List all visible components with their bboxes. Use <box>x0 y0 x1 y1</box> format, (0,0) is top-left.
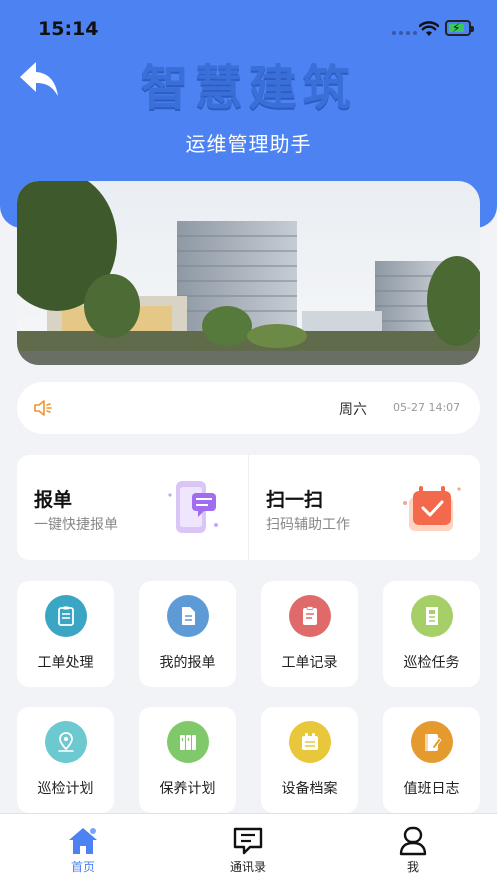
tab-label: 首页 <box>70 860 95 874</box>
grid-item-work-order-records[interactable]: 工单记录 <box>261 581 358 687</box>
binder-icon <box>180 735 196 750</box>
grid-label: 值班日志 <box>403 781 460 797</box>
battery-icon: ⚡ <box>445 20 474 36</box>
grid-item-duty-log[interactable]: 值班日志 <box>383 707 480 813</box>
archive-icon <box>302 733 318 750</box>
app-title: 智慧建筑 <box>140 60 357 116</box>
notice-datetime: 05-27 14:07 <box>393 401 461 414</box>
grid-icon-bg <box>45 721 87 763</box>
grid-item-equipment-archive[interactable]: 设备档案 <box>261 707 358 813</box>
grid-label: 巡检计划 <box>37 781 94 797</box>
notice-bar[interactable]: 周六 05-27 14:07 <box>17 382 480 434</box>
grid-icon-bg <box>167 721 209 763</box>
signal-icon <box>392 31 417 35</box>
report-button[interactable]: 报单 一键快捷报单 <box>17 455 248 560</box>
grid-item-inspection-tasks[interactable]: 巡检任务 <box>383 581 480 687</box>
grid-label: 保养计划 <box>159 781 216 797</box>
clipboard-record-icon <box>303 606 317 625</box>
grid-label: 我的报单 <box>159 655 216 671</box>
grid-label: 巡检任务 <box>403 655 460 671</box>
tab-home[interactable]: 首页 <box>23 814 143 884</box>
grid-item-maintenance-plan[interactable]: 保养计划 <box>139 707 236 813</box>
calendar-check-icon <box>403 486 461 531</box>
quick-actions-card: 报单 一键快捷报单 扫一扫 扫码辅助工作 <box>17 455 480 560</box>
clipboard-list-icon <box>58 606 74 626</box>
grid-label: 工单处理 <box>37 655 94 671</box>
user-icon <box>399 826 427 856</box>
message-icon <box>233 827 263 855</box>
grid-item-my-reports[interactable]: 我的报单 <box>139 581 236 687</box>
tab-contacts[interactable]: 通讯录 <box>188 814 308 884</box>
grid-item-work-order-processing[interactable]: 工单处理 <box>17 581 114 687</box>
grid-icon-bg <box>167 595 209 637</box>
location-pin-icon <box>58 732 74 752</box>
grid-label: 工单记录 <box>281 655 338 671</box>
tab-bar: 首页 通讯录 我 <box>0 813 497 884</box>
tab-label: 通讯录 <box>229 860 266 874</box>
app-subtitle: 运维管理助手 <box>185 132 312 156</box>
grid-item-inspection-plan[interactable]: 巡检计划 <box>17 707 114 813</box>
status-time: 15:14 <box>38 18 99 40</box>
wifi-icon <box>419 21 439 36</box>
speaker-icon <box>34 400 52 416</box>
scan-button[interactable]: 扫一扫 扫码辅助工作 <box>249 455 480 560</box>
file-task-icon <box>426 607 438 625</box>
phone-chat-icon <box>168 481 218 533</box>
grid-icon-bg <box>411 721 453 763</box>
quick-title: 扫一扫 <box>266 489 324 511</box>
grid-label: 设备档案 <box>281 781 338 797</box>
grid-icon-bg <box>289 595 331 637</box>
tab-me[interactable]: 我 <box>353 814 473 884</box>
quick-subtitle: 一键快捷报单 <box>34 517 118 533</box>
notebook-pen-icon <box>425 734 442 751</box>
document-icon <box>182 607 195 625</box>
home-icon <box>69 828 97 854</box>
banner-image[interactable] <box>17 181 480 365</box>
tab-label: 我 <box>406 860 419 874</box>
grid-icon-bg <box>289 721 331 763</box>
quick-subtitle: 扫码辅助工作 <box>266 517 350 533</box>
grid-icon-bg <box>411 595 453 637</box>
notice-weekday: 周六 <box>339 402 367 418</box>
quick-title: 报单 <box>34 489 73 511</box>
grid-icon-bg <box>45 595 87 637</box>
